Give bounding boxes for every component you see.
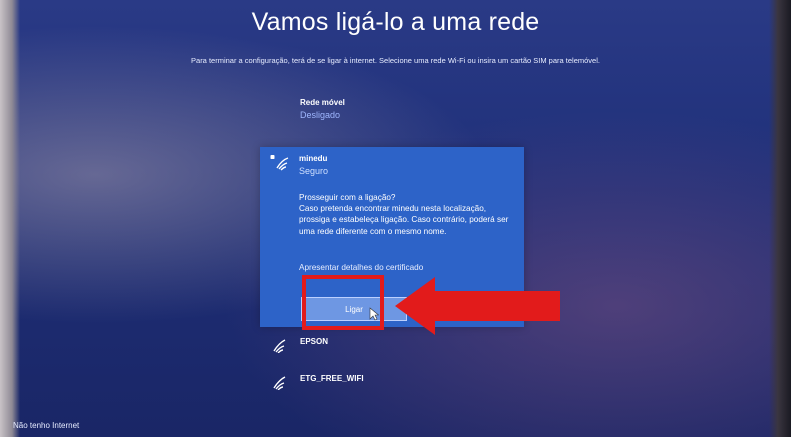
network-status: Seguro (299, 166, 329, 176)
network-name: ETG_FREE_WIFI (300, 374, 364, 383)
network-item-mobile[interactable]: Rede móvel Desligado (270, 98, 525, 128)
wifi-icon (273, 376, 286, 390)
connection-prompt: Prosseguir com a ligação? Caso pretenda … (299, 193, 509, 236)
network-name: EPSON (300, 337, 329, 346)
highlight-box (302, 275, 384, 330)
network-status: Desligado (300, 110, 341, 120)
red-arrow-icon (395, 277, 560, 335)
page-subtitle: Para terminar a configuração, terá de se… (191, 56, 600, 65)
monitor-bezel-right (769, 0, 791, 437)
network-item-epson[interactable]: EPSON (270, 337, 525, 355)
wifi-secure-icon (270, 155, 289, 171)
network-name: minedu (299, 154, 328, 163)
network-item-etg-free-wifi[interactable]: ETG_FREE_WIFI (270, 374, 525, 392)
monitor-bezel-left (0, 0, 20, 437)
network-name: Rede móvel (300, 98, 345, 107)
page-title: Vamos ligá-lo a uma rede (251, 8, 540, 36)
no-internet-link[interactable]: Não tenho Internet (13, 421, 79, 430)
certificate-details-link[interactable]: Apresentar detalhes do certificado (299, 263, 423, 272)
wifi-icon (273, 339, 286, 353)
